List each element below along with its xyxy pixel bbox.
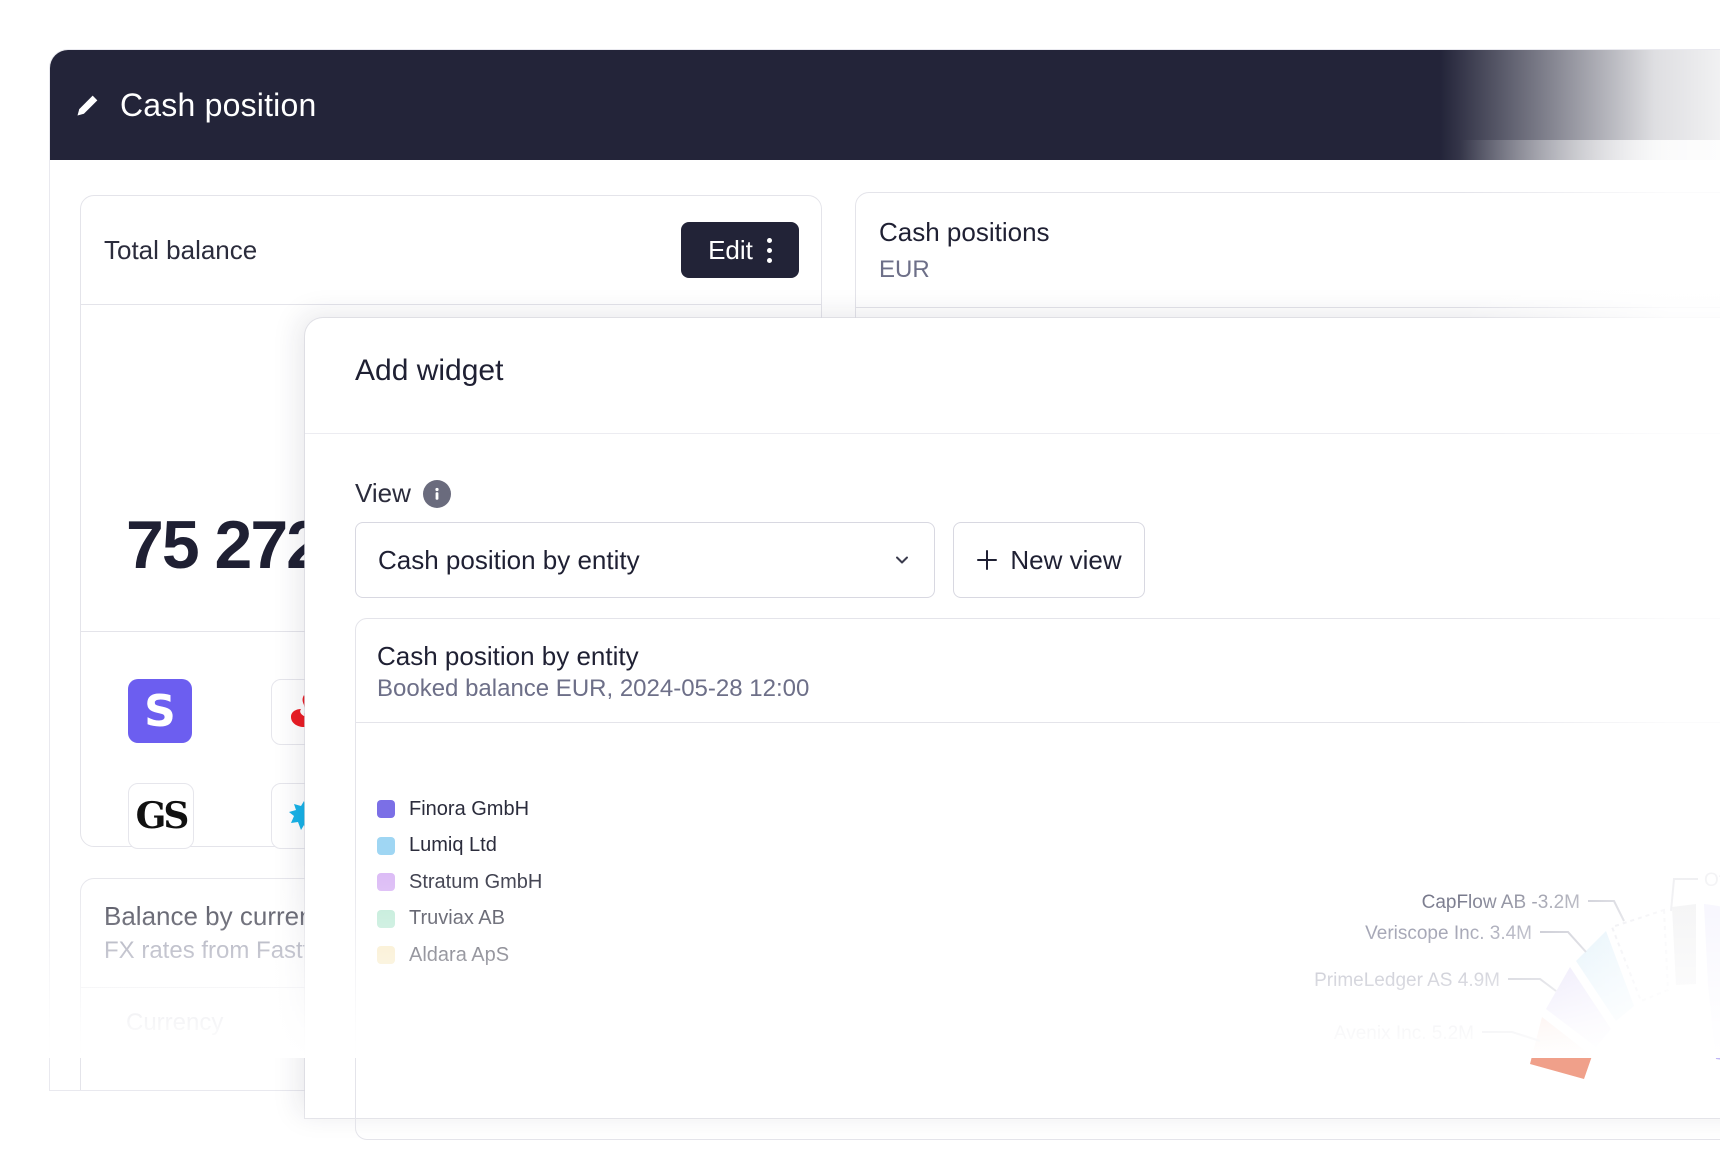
legend-swatch	[377, 800, 395, 819]
view-select[interactable]: Cash position by entity	[355, 522, 935, 598]
view-label-text: View	[355, 478, 411, 508]
donut-segment-others	[1672, 904, 1696, 985]
new-view-label: New view	[1010, 544, 1122, 575]
modal-title: Add widget	[355, 354, 504, 387]
top-bar: Cash position	[50, 50, 1720, 160]
legend-item: Lumiq Ltd	[377, 828, 542, 865]
add-widget-modal: Add widget View Cash position by entity …	[305, 318, 1720, 1140]
label-primeledger: PrimeLedger AS 4.9M	[1314, 970, 1500, 991]
info-icon[interactable]	[422, 479, 451, 508]
leader-line	[1482, 1031, 1541, 1042]
leader-line	[1540, 931, 1587, 953]
leader-line	[1508, 978, 1557, 992]
plus-icon	[977, 550, 998, 570]
chevron-down-icon	[896, 556, 908, 564]
donut-chart: Others 3.0M CapFlow AB -3.2M Veriscope I…	[1314, 870, 1720, 1079]
cash-positions-currency: EUR	[879, 256, 930, 283]
chart-legend: Finora GmbH Lumiq Ltd Stratum GmbH Truvi…	[377, 791, 542, 974]
goldman-sachs-logo: GS	[128, 783, 194, 849]
legend-label: Stratum GmbH	[409, 870, 543, 893]
label-veriscope: Veriscope Inc. 3.4M	[1365, 923, 1532, 944]
legend-swatch	[377, 909, 395, 928]
legend-item: Stratum GmbH	[377, 864, 542, 901]
view-select-value: Cash position by entity	[378, 544, 640, 575]
label-others: Others 3.0M	[1704, 870, 1720, 891]
preview-subtitle: Booked balance EUR, 2024-05-28 12:00	[377, 675, 810, 702]
edit-button-label: Edit	[708, 234, 753, 265]
legend-label: Truviax AB	[409, 907, 505, 930]
pencil-icon[interactable]	[74, 91, 102, 119]
balance-by-currency-subtitle: FX rates from Fastfor	[104, 937, 331, 964]
kebab-icon	[766, 237, 772, 263]
legend-item: Truviax AB	[377, 901, 542, 938]
legend-item: Aldara ApS	[377, 937, 542, 974]
total-balance-title: Total balance	[104, 234, 258, 265]
preview-title: Cash position by entity	[377, 641, 639, 671]
edit-button[interactable]: Edit	[681, 222, 799, 278]
legend-label: Aldara ApS	[409, 943, 510, 966]
legend-swatch	[377, 946, 395, 965]
view-label: View	[355, 478, 451, 509]
page-title: Cash position	[120, 86, 317, 123]
legend-swatch	[377, 873, 395, 892]
leader-line	[1588, 900, 1625, 922]
new-view-button[interactable]: New view	[953, 522, 1145, 598]
stripe-logo: S	[128, 679, 192, 743]
widget-preview-card: Cash position by entity Booked balance E…	[355, 618, 1720, 1140]
currency-column-header: Currency	[126, 1009, 224, 1036]
legend-item: Finora GmbH	[377, 791, 542, 828]
legend-label: Finora GmbH	[409, 797, 530, 820]
legend-label: Lumiq Ltd	[409, 834, 497, 857]
label-capflow: CapFlow AB -3.2M	[1422, 892, 1580, 913]
label-avenix: Avenix Inc. 5.2M	[1334, 1023, 1474, 1044]
donut-segment-finora	[1704, 904, 1720, 1060]
cash-positions-title: Cash positions	[879, 217, 1050, 247]
legend-swatch	[377, 836, 395, 855]
